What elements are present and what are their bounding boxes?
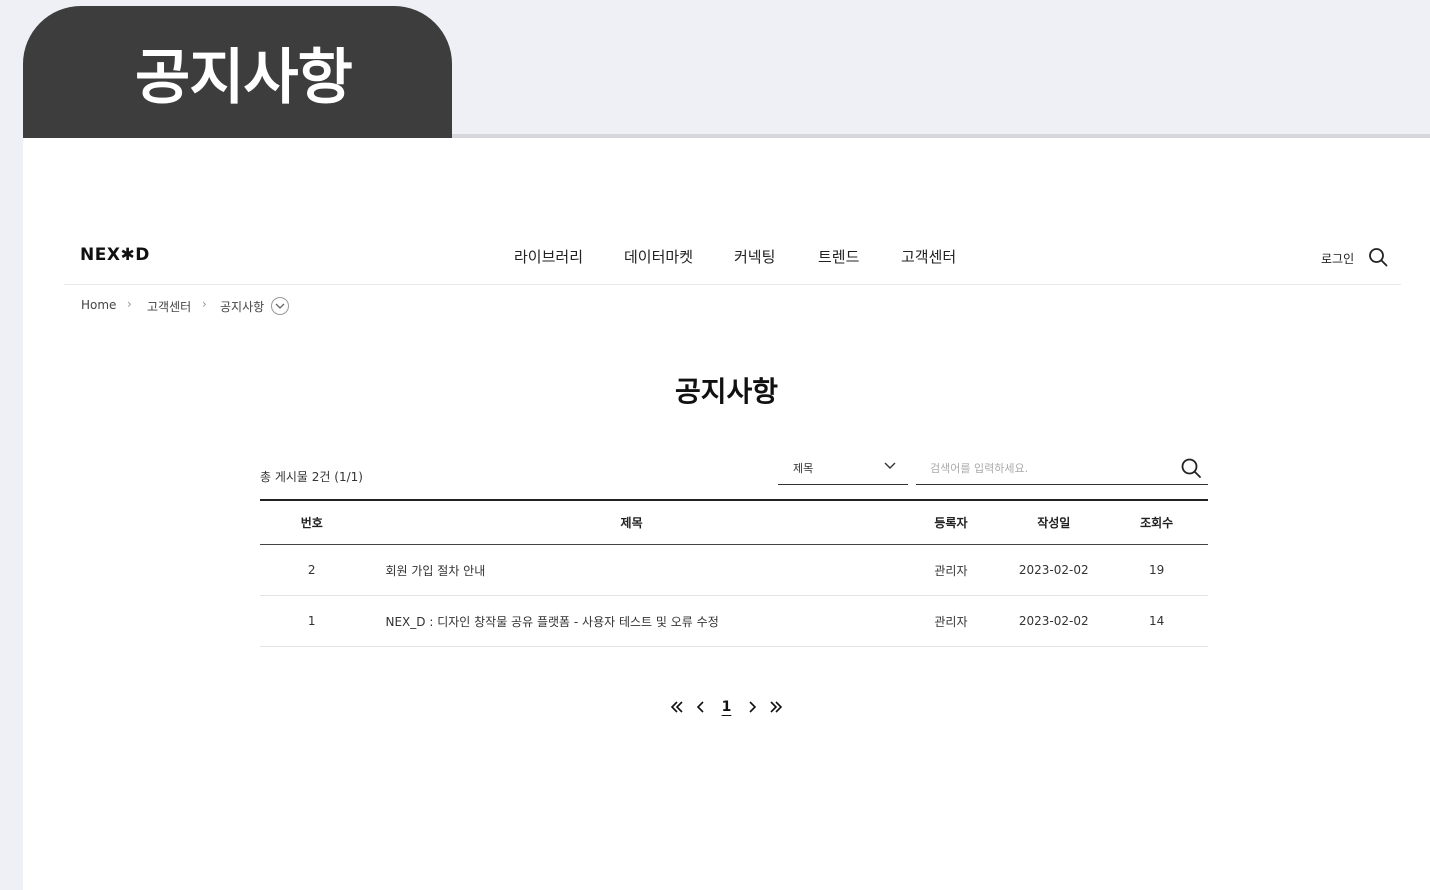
row-date: 2023-02-02 [1002,544,1106,596]
main-nav: 라이브러리 데이터마켓 커넥팅 트렌드 고객센터 [23,246,1430,268]
breadcrumb-separator: › [127,297,132,311]
page-title: 공지사항 [674,375,779,408]
pagination: 1 [23,696,1430,720]
row-writer: 관리자 [899,595,1003,647]
breadcrumb-home[interactable]: Home [81,298,116,312]
search-field-select[interactable]: 제목 [778,454,908,485]
breadcrumb-separator: › [202,297,207,311]
nav-item-trend[interactable]: 트렌드 [818,246,859,267]
table-row[interactable]: 1 NEX_D : 디자인 창작물 공유 플랫폼 - 사용자 테스트 및 오류 … [260,595,1208,647]
column-header-date: 작성일 [1002,499,1106,545]
nav-item-connecting[interactable]: 커넥팅 [734,246,775,267]
column-header-writer: 등록자 [899,499,1003,545]
row-title-link[interactable]: NEX_D : 디자인 창작물 공유 플랫폼 - 사용자 테스트 및 오류 수정 [386,615,719,629]
prev-page-icon[interactable] [696,700,706,714]
row-title-cell: NEX_D : 디자인 창작물 공유 플랫폼 - 사용자 테스트 및 오류 수정 [363,595,900,647]
breadcrumb-customer-center[interactable]: 고객센터 [147,298,191,315]
chevron-down-icon [884,462,896,469]
row-no: 1 [260,595,364,647]
notice-table: 번호 제목 등록자 작성일 조회수 2 회원 가입 절차 안내 관리자 2023… [260,499,1208,647]
nav-item-library[interactable]: 라이브러리 [514,246,583,267]
banner-title: 공지사항 [135,43,353,113]
nav-item-customer-center[interactable]: 고객센터 [901,246,956,267]
search-icon[interactable] [1180,457,1202,479]
row-views: 19 [1105,544,1208,596]
header-divider [64,284,1401,285]
nav-item-data-market[interactable]: 데이터마켓 [624,246,693,267]
board-total-count: 총 게시물 2건 (1/1) [260,470,363,484]
row-views: 14 [1105,595,1208,647]
first-page-icon[interactable] [670,700,684,714]
row-no: 2 [260,544,364,596]
search-field-selected: 제목 [793,462,814,475]
table-row[interactable]: 2 회원 가입 절차 안내 관리자 2023-02-02 19 [260,544,1208,596]
login-link[interactable]: 로그인 [1321,250,1354,267]
column-header-no: 번호 [260,499,364,545]
search-input[interactable] [916,454,1180,482]
next-page-icon[interactable] [747,700,757,714]
board-search [916,454,1208,485]
page-frame: NEX✱D 라이브러리 데이터마켓 커넥팅 트렌드 고객센터 로그인 Home … [23,138,1430,890]
chevron-down-icon [275,303,285,309]
column-header-title: 제목 [363,499,900,545]
header-search-icon[interactable] [1368,247,1388,267]
breadcrumb-notice[interactable]: 공지사항 [220,298,264,315]
column-header-views: 조회수 [1105,499,1208,545]
banner-tab: 공지사항 [23,6,452,138]
table-header-row: 번호 제목 등록자 작성일 조회수 [260,499,1208,545]
row-writer: 관리자 [899,544,1003,596]
breadcrumb-dropdown-toggle[interactable] [271,297,289,315]
page-number-current[interactable]: 1 [722,699,732,715]
row-title-cell: 회원 가입 절차 안내 [363,544,900,596]
last-page-icon[interactable] [769,700,783,714]
row-title-link[interactable]: 회원 가입 절차 안내 [386,564,486,578]
row-date: 2023-02-02 [1002,595,1106,647]
